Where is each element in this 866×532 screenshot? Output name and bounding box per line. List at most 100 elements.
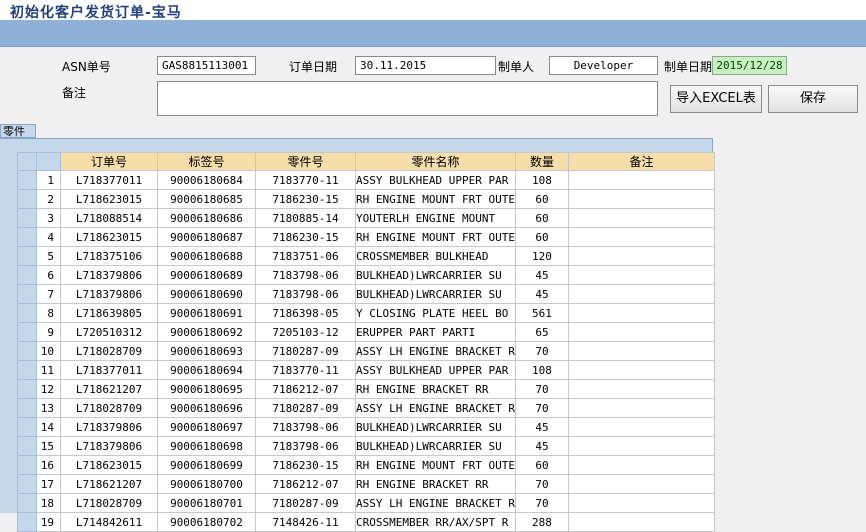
cell-quantity[interactable]: 70 bbox=[514, 379, 569, 399]
cell-part-number[interactable]: 7148426-11 bbox=[255, 512, 356, 532]
cell-order-number[interactable]: L718379806 bbox=[60, 436, 158, 456]
col-tag-number[interactable]: 标签号 bbox=[157, 152, 256, 171]
cell-tag-number[interactable]: 90006180692 bbox=[157, 322, 256, 342]
cell-order-number[interactable]: L718028709 bbox=[60, 341, 158, 361]
cell-part-name[interactable]: BULKHEAD)LWRCARRIER SU bbox=[355, 436, 516, 456]
row-selector[interactable] bbox=[17, 322, 37, 342]
cell-tag-number[interactable]: 90006180700 bbox=[157, 474, 256, 494]
cell-order-number[interactable]: L718621207 bbox=[60, 474, 158, 494]
cell-part-number[interactable]: 7205103-12 bbox=[255, 322, 356, 342]
creator-field[interactable]: Developer bbox=[549, 56, 658, 75]
cell-quantity[interactable]: 45 bbox=[514, 436, 569, 456]
cell-remark[interactable] bbox=[567, 208, 715, 228]
cell-part-number[interactable]: 7186230-15 bbox=[255, 455, 356, 475]
cell-part-number[interactable]: 7183770-11 bbox=[255, 360, 356, 380]
col-remark[interactable]: 备注 bbox=[567, 152, 715, 171]
table-row[interactable]: 12 L718621207 90006180695 7186212-07 RH ENGI… bbox=[17, 379, 715, 399]
cell-order-number[interactable]: L718623015 bbox=[60, 189, 158, 209]
create-date-field[interactable]: 2015/12/28 bbox=[712, 56, 787, 75]
cell-part-number[interactable]: 7180885-14 bbox=[255, 208, 356, 228]
cell-tag-number[interactable]: 90006180694 bbox=[157, 360, 256, 380]
cell-part-number[interactable]: 7183770-11 bbox=[255, 170, 356, 190]
table-row[interactable]: 10 L718028709 90006180693 7180287-09 ASSY LH… bbox=[17, 341, 715, 361]
row-selector[interactable] bbox=[17, 303, 37, 323]
row-selector[interactable] bbox=[17, 493, 37, 513]
cell-remark[interactable] bbox=[567, 246, 715, 266]
cell-order-number[interactable]: L718379806 bbox=[60, 284, 158, 304]
cell-quantity[interactable]: 561 bbox=[514, 303, 569, 323]
cell-part-number[interactable]: 7186230-15 bbox=[255, 189, 356, 209]
cell-part-number[interactable]: 7180287-09 bbox=[255, 493, 356, 513]
cell-remark[interactable] bbox=[567, 398, 715, 418]
cell-part-number[interactable]: 7183798-06 bbox=[255, 284, 356, 304]
cell-tag-number[interactable]: 90006180701 bbox=[157, 493, 256, 513]
row-selector[interactable] bbox=[17, 512, 37, 532]
table-row[interactable]: 3 L718088514 90006180686 7180885-14 YOUTERLH… bbox=[17, 208, 715, 228]
cell-quantity[interactable]: 108 bbox=[514, 360, 569, 380]
import-excel-button[interactable]: 导入EXCEL表 bbox=[670, 85, 762, 113]
cell-part-number[interactable]: 7186212-07 bbox=[255, 474, 356, 494]
cell-remark[interactable] bbox=[567, 493, 715, 513]
cell-order-number[interactable]: L718028709 bbox=[60, 493, 158, 513]
cell-part-name[interactable]: ASSY LH ENGINE BRACKET R bbox=[355, 341, 516, 361]
cell-remark[interactable] bbox=[567, 455, 715, 475]
cell-quantity[interactable]: 65 bbox=[514, 322, 569, 342]
cell-part-name[interactable]: ASSY LH ENGINE BRACKET R bbox=[355, 493, 516, 513]
table-row[interactable]: 15 L718379806 90006180698 7183798-06 BULKHEA… bbox=[17, 436, 715, 456]
cell-part-name[interactable]: RH ENGINE MOUNT FRT OUTE bbox=[355, 455, 516, 475]
cell-order-number[interactable]: L718379806 bbox=[60, 265, 158, 285]
cell-tag-number[interactable]: 90006180689 bbox=[157, 265, 256, 285]
table-row[interactable]: 2 L718623015 90006180685 7186230-15 RH ENGIN… bbox=[17, 189, 715, 209]
table-row[interactable]: 16 L718623015 90006180699 7186230-15 RH ENGI… bbox=[17, 455, 715, 475]
cell-part-name[interactable]: RH ENGINE BRACKET RR bbox=[355, 379, 516, 399]
cell-tag-number[interactable]: 90006180693 bbox=[157, 341, 256, 361]
cell-part-number[interactable]: 7183751-06 bbox=[255, 246, 356, 266]
col-part-number[interactable]: 零件号 bbox=[255, 152, 356, 171]
col-order-number[interactable]: 订单号 bbox=[60, 152, 158, 171]
table-row[interactable]: 7 L718379806 90006180690 7183798-06 BULKHEAD… bbox=[17, 284, 715, 304]
cell-quantity[interactable]: 108 bbox=[514, 170, 569, 190]
cell-part-number[interactable]: 7183798-06 bbox=[255, 436, 356, 456]
cell-order-number[interactable]: L718623015 bbox=[60, 455, 158, 475]
cell-remark[interactable] bbox=[567, 512, 715, 532]
cell-part-name[interactable]: ASSY LH ENGINE BRACKET R bbox=[355, 398, 516, 418]
cell-order-number[interactable]: L718377011 bbox=[60, 360, 158, 380]
cell-part-name[interactable]: BULKHEAD)LWRCARRIER SU bbox=[355, 417, 516, 437]
row-selector[interactable] bbox=[17, 284, 37, 304]
cell-order-number[interactable]: L718639805 bbox=[60, 303, 158, 323]
cell-part-number[interactable]: 7186230-15 bbox=[255, 227, 356, 247]
cell-tag-number[interactable]: 90006180699 bbox=[157, 455, 256, 475]
cell-quantity[interactable]: 288 bbox=[514, 512, 569, 532]
row-selector[interactable] bbox=[17, 398, 37, 418]
cell-part-name[interactable]: ASSY BULKHEAD UPPER PAR bbox=[355, 170, 516, 190]
cell-remark[interactable] bbox=[567, 436, 715, 456]
cell-part-name[interactable]: YOUTERLH ENGINE MOUNT bbox=[355, 208, 516, 228]
row-selector[interactable] bbox=[17, 189, 37, 209]
cell-order-number[interactable]: L718621207 bbox=[60, 379, 158, 399]
cell-quantity[interactable]: 45 bbox=[514, 265, 569, 285]
col-quantity[interactable]: 数量 bbox=[514, 152, 569, 171]
row-selector[interactable] bbox=[17, 265, 37, 285]
cell-tag-number[interactable]: 90006180697 bbox=[157, 417, 256, 437]
cell-tag-number[interactable]: 90006180696 bbox=[157, 398, 256, 418]
cell-quantity[interactable]: 70 bbox=[514, 474, 569, 494]
table-row[interactable]: 11 L718377011 90006180694 7183770-11 ASSY BU… bbox=[17, 360, 715, 380]
cell-part-name[interactable]: ASSY BULKHEAD UPPER PAR bbox=[355, 360, 516, 380]
cell-quantity[interactable]: 60 bbox=[514, 455, 569, 475]
cell-part-name[interactable]: ERUPPER PART PARTI bbox=[355, 322, 516, 342]
table-row[interactable]: 9 L720510312 90006180692 7205103-12 ERUPPER … bbox=[17, 322, 715, 342]
cell-quantity[interactable]: 60 bbox=[514, 208, 569, 228]
cell-part-name[interactable]: BULKHEAD)LWRCARRIER SU bbox=[355, 265, 516, 285]
col-part-name[interactable]: 零件名称 bbox=[355, 152, 516, 171]
table-row[interactable]: 1 L718377011 90006180684 7183770-11 ASSY BUL… bbox=[17, 170, 715, 190]
row-selector[interactable] bbox=[17, 474, 37, 494]
cell-part-name[interactable]: RH ENGINE MOUNT FRT OUTE bbox=[355, 189, 516, 209]
table-row[interactable]: 14 L718379806 90006180697 7183798-06 BULKHEA… bbox=[17, 417, 715, 437]
cell-tag-number[interactable]: 90006180698 bbox=[157, 436, 256, 456]
asn-number-field[interactable]: GAS8815113001 bbox=[157, 56, 256, 75]
cell-order-number[interactable]: L714842611 bbox=[60, 512, 158, 532]
cell-part-name[interactable]: Y CLOSING PLATE HEEL BO bbox=[355, 303, 516, 323]
cell-quantity[interactable]: 70 bbox=[514, 341, 569, 361]
cell-quantity[interactable]: 120 bbox=[514, 246, 569, 266]
cell-order-number[interactable]: L718623015 bbox=[60, 227, 158, 247]
